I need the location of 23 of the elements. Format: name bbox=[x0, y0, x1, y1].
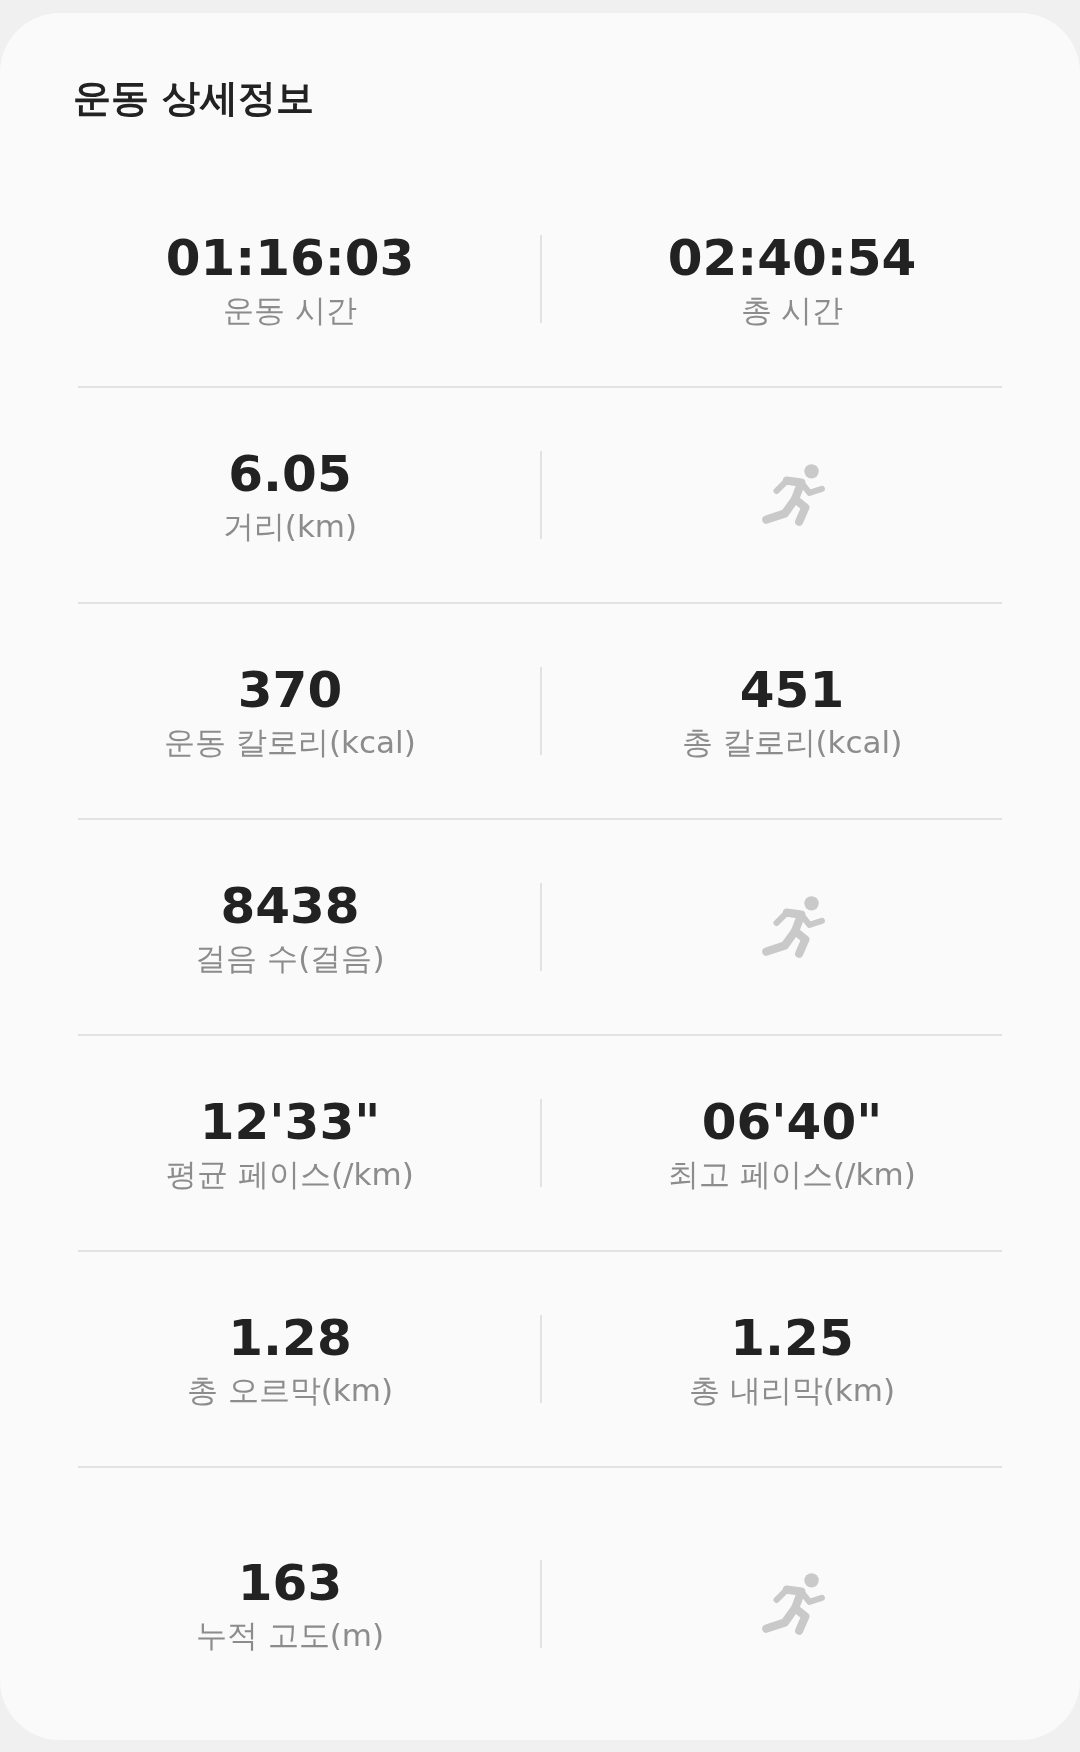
stat-label: 평균 페이스(/km) bbox=[166, 1155, 414, 1194]
stat-value: 451 bbox=[739, 660, 845, 721]
stat-label: 총 내리막(km) bbox=[688, 1371, 896, 1410]
stat-label: 거리(km) bbox=[222, 507, 358, 546]
stat-value: 12'33" bbox=[199, 1092, 381, 1153]
stat-value: 6.05 bbox=[228, 444, 352, 505]
stat-value: 1.25 bbox=[730, 1308, 854, 1369]
stat-label: 최고 페이스(/km) bbox=[668, 1155, 916, 1194]
stat-label: 누적 고도(m) bbox=[195, 1616, 385, 1655]
stat-value: 06'40" bbox=[701, 1092, 883, 1153]
stat-label: 총 시간 bbox=[740, 291, 844, 330]
stat-value: 1.28 bbox=[228, 1308, 352, 1369]
stat-value: 163 bbox=[237, 1553, 343, 1614]
stat-value: 01:16:03 bbox=[165, 228, 415, 289]
stat-label: 걸음 수(걸음) bbox=[195, 939, 385, 978]
stat-label: 총 칼로리(kcal) bbox=[681, 723, 903, 762]
section-title: 운동 상세정보 bbox=[73, 75, 316, 122]
stat-value: 02:40:54 bbox=[667, 228, 917, 289]
stat-label: 운동 칼로리(kcal) bbox=[164, 723, 416, 762]
stat-label: 총 오르막(km) bbox=[186, 1371, 394, 1410]
stat-value: 8438 bbox=[220, 876, 360, 937]
stat-value: 370 bbox=[237, 660, 343, 721]
stat-label: 운동 시간 bbox=[223, 291, 357, 330]
